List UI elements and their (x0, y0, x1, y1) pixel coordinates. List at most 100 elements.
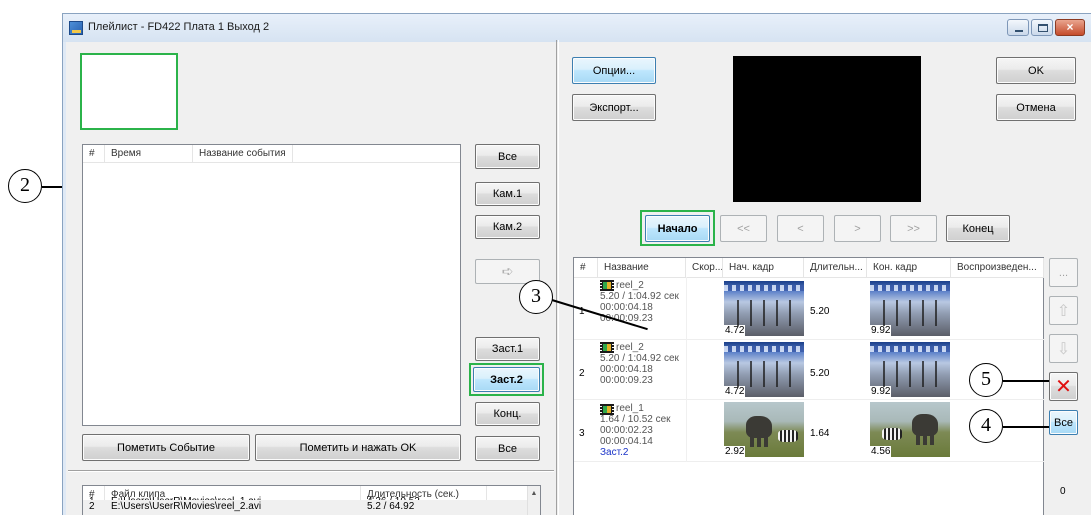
row-in: 00:00:04.18 (600, 364, 653, 375)
close-window-button[interactable]: × (1055, 19, 1085, 36)
close-icon: × (1066, 20, 1074, 34)
delete-button[interactable]: ✕ (1049, 372, 1078, 401)
callout-4-leader (1003, 426, 1049, 428)
end-button[interactable]: Конец (946, 215, 1010, 242)
row-duration: 1.64 (810, 428, 830, 439)
app-icon (69, 21, 83, 35)
pl-col-duration[interactable]: Длительн... (804, 258, 867, 278)
end-frame-label: 4.56 (870, 446, 892, 457)
cam1-button[interactable]: Кам.1 (475, 182, 540, 206)
events-col-num[interactable]: # (83, 145, 105, 163)
start-frame-thumbnail: 2.92 (724, 402, 804, 457)
row-name: reel_1 (616, 403, 644, 414)
cancel-button[interactable]: Отмена (996, 94, 1076, 121)
video-preview (733, 56, 921, 202)
file-row-path: E:\Users\UserR\Movies\reel_2.avi (111, 501, 262, 512)
counter-value: 0 (1060, 486, 1066, 497)
export-button[interactable]: Экспорт... (572, 94, 656, 121)
prev-frame-button[interactable]: < (777, 215, 824, 242)
minimize-button[interactable] (1007, 19, 1029, 36)
row-event-tag: Заст.2 (600, 447, 629, 458)
window-title: Плейлист - FD422 Плата 1 Выход 2 (88, 21, 270, 33)
end-frame-thumbnail: 4.56 (870, 402, 950, 457)
row-duration: 5.20 (810, 306, 830, 317)
arrow-down-icon: ⇩ (1056, 340, 1071, 358)
left-preview-box (80, 53, 178, 130)
vertical-separator (556, 40, 559, 515)
all-events-button[interactable]: Все (475, 144, 540, 169)
file-row-duration: 5.2 / 64.92 (367, 501, 415, 512)
playlist-header: # Название Скор... Нач. кадр Длительн...… (574, 258, 1044, 278)
events-col-time[interactable]: Время (105, 145, 193, 163)
start-frame-label: 2.92 (724, 446, 746, 457)
table-row[interactable]: 1 reel_2 5.20 / 1:04.92 сек 00:00:04.18 … (574, 277, 1044, 340)
minimize-icon (1015, 30, 1023, 32)
mark-event-button[interactable]: Пометить Событие (82, 434, 250, 461)
callout-2: 2 (8, 169, 42, 203)
callout-5-leader (1003, 380, 1049, 382)
ok-button[interactable]: OK (996, 57, 1076, 84)
start-frame-label: 4.72 (724, 386, 746, 397)
pl-col-name[interactable]: Название (598, 258, 686, 278)
row-out: 00:00:04.14 (600, 436, 653, 447)
elephant-figure (912, 414, 938, 445)
title-bar[interactable]: Плейлист - FD422 Плата 1 Выход 2 × (63, 14, 1091, 42)
row-name: reel_2 (616, 280, 644, 291)
delete-x-icon: ✕ (1055, 375, 1072, 398)
pl-col-playback[interactable]: Воспроизведен... (951, 258, 1044, 278)
row-length: 5.20 / 1:04.92 сек (600, 291, 679, 302)
select-all-button[interactable]: Все (1049, 410, 1078, 435)
events-list[interactable]: # Время Название события (82, 144, 461, 426)
maximize-button[interactable] (1031, 19, 1053, 36)
callout-5: 5 (969, 363, 1003, 397)
zast2-button[interactable]: Заст.2 (473, 367, 540, 392)
start-button[interactable]: Начало (645, 215, 710, 242)
row-in: 00:00:02.23 (600, 425, 653, 436)
start-frame-thumbnail: 4.72 (724, 342, 804, 397)
maximize-icon (1038, 24, 1048, 32)
row-length: 5.20 / 1:04.92 сек (600, 353, 679, 364)
pl-col-num[interactable]: # (574, 258, 598, 278)
cam2-button[interactable]: Кам.2 (475, 215, 540, 239)
pl-col-end[interactable]: Кон. кадр (867, 258, 951, 278)
scroll-up-icon[interactable]: ▲ (528, 488, 540, 500)
more-button[interactable]: ... (1049, 258, 1078, 287)
col-divider (686, 277, 687, 462)
move-down-button[interactable]: ⇩ (1049, 334, 1078, 363)
end-frame-thumbnail: 9.92 (870, 281, 950, 336)
move-up-button[interactable]: ⇧ (1049, 296, 1078, 325)
forward-button[interactable]: >> (890, 215, 937, 242)
rewind-button[interactable]: << (720, 215, 767, 242)
start-frame-label: 4.72 (724, 325, 746, 336)
events-col-name[interactable]: Название события (193, 145, 293, 163)
arrow-up-icon: ⇧ (1056, 302, 1071, 320)
konc-button[interactable]: Конц. (475, 402, 540, 426)
zast1-button[interactable]: Заст.1 (475, 337, 540, 361)
files-scrollbar[interactable]: ▲ (527, 486, 540, 515)
end-frame-label: 9.92 (870, 325, 892, 336)
move-arrow-icon: ➪ (501, 263, 514, 279)
files-rows-extra: 2 E:\Users\UserR\Movies\reel_2.avi 5.2 /… (83, 500, 527, 515)
pl-col-start[interactable]: Нач. кадр (723, 258, 804, 278)
row-duration: 5.20 (810, 368, 830, 379)
options-button[interactable]: Опции... (572, 57, 656, 84)
all-files-button[interactable]: Все (475, 436, 540, 461)
row-num: 3 (579, 428, 585, 439)
row-in: 00:00:04.18 (600, 302, 653, 313)
elephant-figure (746, 416, 772, 447)
pl-col-speed[interactable]: Скор... (686, 258, 723, 278)
callout-3: 3 (519, 280, 553, 314)
end-frame-thumbnail: 9.92 (870, 342, 950, 397)
next-frame-button[interactable]: > (834, 215, 881, 242)
film-icon (600, 342, 614, 353)
file-row-num: 2 (89, 501, 95, 512)
end-frame-label: 9.92 (870, 386, 892, 397)
zebra-figure (778, 430, 798, 442)
left-horizontal-separator (68, 470, 554, 472)
mark-and-ok-button[interactable]: Пометить и нажать OK (255, 434, 461, 461)
start-frame-thumbnail: 4.72 (724, 281, 804, 336)
row-out: 00:00:09.23 (600, 375, 653, 386)
row-name: reel_2 (616, 342, 644, 353)
events-header: # Время Название события (83, 145, 460, 163)
film-icon (600, 280, 614, 291)
